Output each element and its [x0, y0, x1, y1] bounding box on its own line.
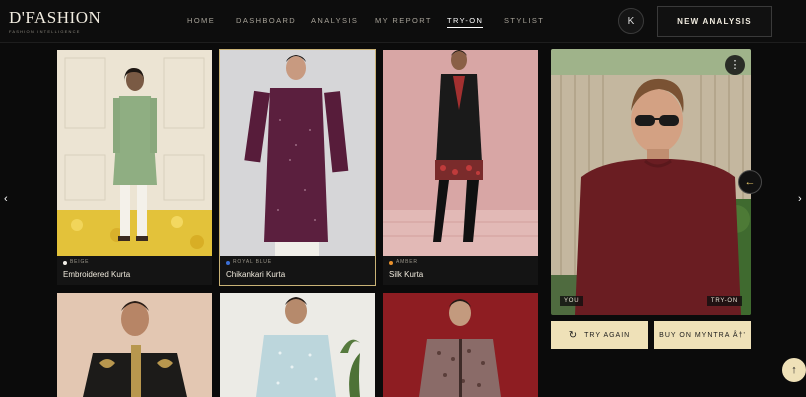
product-meta: BEIGE Embroidered Kurta: [57, 256, 212, 285]
product-card[interactable]: ROYAL BLUE Chikankari Kurta: [219, 49, 376, 286]
product-card[interactable]: [220, 293, 375, 397]
nav-my-report[interactable]: MY REPORT: [375, 16, 432, 26]
brand-tagline: FASHION INTELLIGENCE: [9, 29, 81, 34]
new-analysis-button[interactable]: NEW ANALYSIS: [657, 6, 772, 37]
product-card[interactable]: [57, 293, 212, 397]
color-dot-icon: [226, 260, 230, 265]
scroll-to-top-button[interactable]: ↑: [782, 358, 806, 382]
product-color: BEIGE: [63, 259, 206, 266]
nav-home[interactable]: HOME: [187, 16, 215, 26]
product-image: [220, 50, 375, 256]
you-label: YOU: [560, 296, 584, 306]
product-card[interactable]: AMBER Silk Kurta: [383, 50, 538, 285]
tryon-label: TRY-ON: [706, 296, 742, 306]
nav-dashboard[interactable]: DASHBOARD: [236, 16, 296, 26]
user-avatar[interactable]: K: [618, 8, 644, 34]
tryon-result-panel: ⋮ YOU TRY-ON: [551, 49, 751, 315]
product-image: [383, 50, 538, 256]
try-again-button[interactable]: ↻ TRY AGAIN: [551, 321, 648, 349]
product-card[interactable]: [383, 293, 538, 397]
product-color-label: AMBER: [396, 259, 418, 265]
product-image: [383, 293, 538, 397]
nav-try-on[interactable]: TRY-ON: [447, 16, 484, 28]
brand-logo[interactable]: D'FASHION FASHION INTELLIGENCE: [9, 8, 102, 35]
arrow-up-icon: ↑: [791, 364, 797, 376]
product-image: [57, 293, 212, 397]
refresh-icon: ↻: [568, 329, 579, 341]
buy-on-myntra-button[interactable]: BUY ON MYNTRA Â†': [654, 321, 751, 349]
chevron-right-icon[interactable]: ›: [798, 193, 802, 205]
product-meta: AMBER Silk Kurta: [383, 256, 538, 285]
brand-name: D'FASHION: [9, 8, 102, 27]
color-dot-icon: [63, 260, 67, 265]
color-dot-icon: [389, 260, 393, 265]
product-color-label: BEIGE: [70, 259, 90, 265]
product-image: [220, 293, 375, 397]
product-name: Silk Kurta: [389, 270, 424, 279]
tryon-image: [551, 49, 751, 315]
nav-stylist[interactable]: STYLIST: [504, 16, 544, 26]
product-color: AMBER: [389, 259, 532, 266]
product-color: ROYAL BLUE: [226, 259, 369, 266]
product-card[interactable]: BEIGE Embroidered Kurta: [57, 50, 212, 285]
product-name: Chikankari Kurta: [226, 270, 286, 279]
chevron-left-icon[interactable]: ‹: [4, 193, 8, 205]
product-image: [57, 50, 212, 256]
compare-slider-handle[interactable]: ←: [738, 170, 762, 194]
try-again-label: TRY AGAIN: [584, 331, 631, 339]
buy-label: BUY ON MYNTRA Â†': [659, 331, 746, 339]
more-vertical-icon[interactable]: ⋮: [725, 55, 745, 75]
product-name: Embroidered Kurta: [63, 270, 131, 279]
arrow-left-icon: ←: [744, 176, 756, 188]
top-header: D'FASHION FASHION INTELLIGENCE HOME DASH…: [0, 0, 806, 43]
nav-analysis[interactable]: ANALYSIS: [311, 16, 358, 26]
product-color-label: ROYAL BLUE: [233, 259, 272, 265]
product-meta: ROYAL BLUE Chikankari Kurta: [220, 256, 375, 285]
